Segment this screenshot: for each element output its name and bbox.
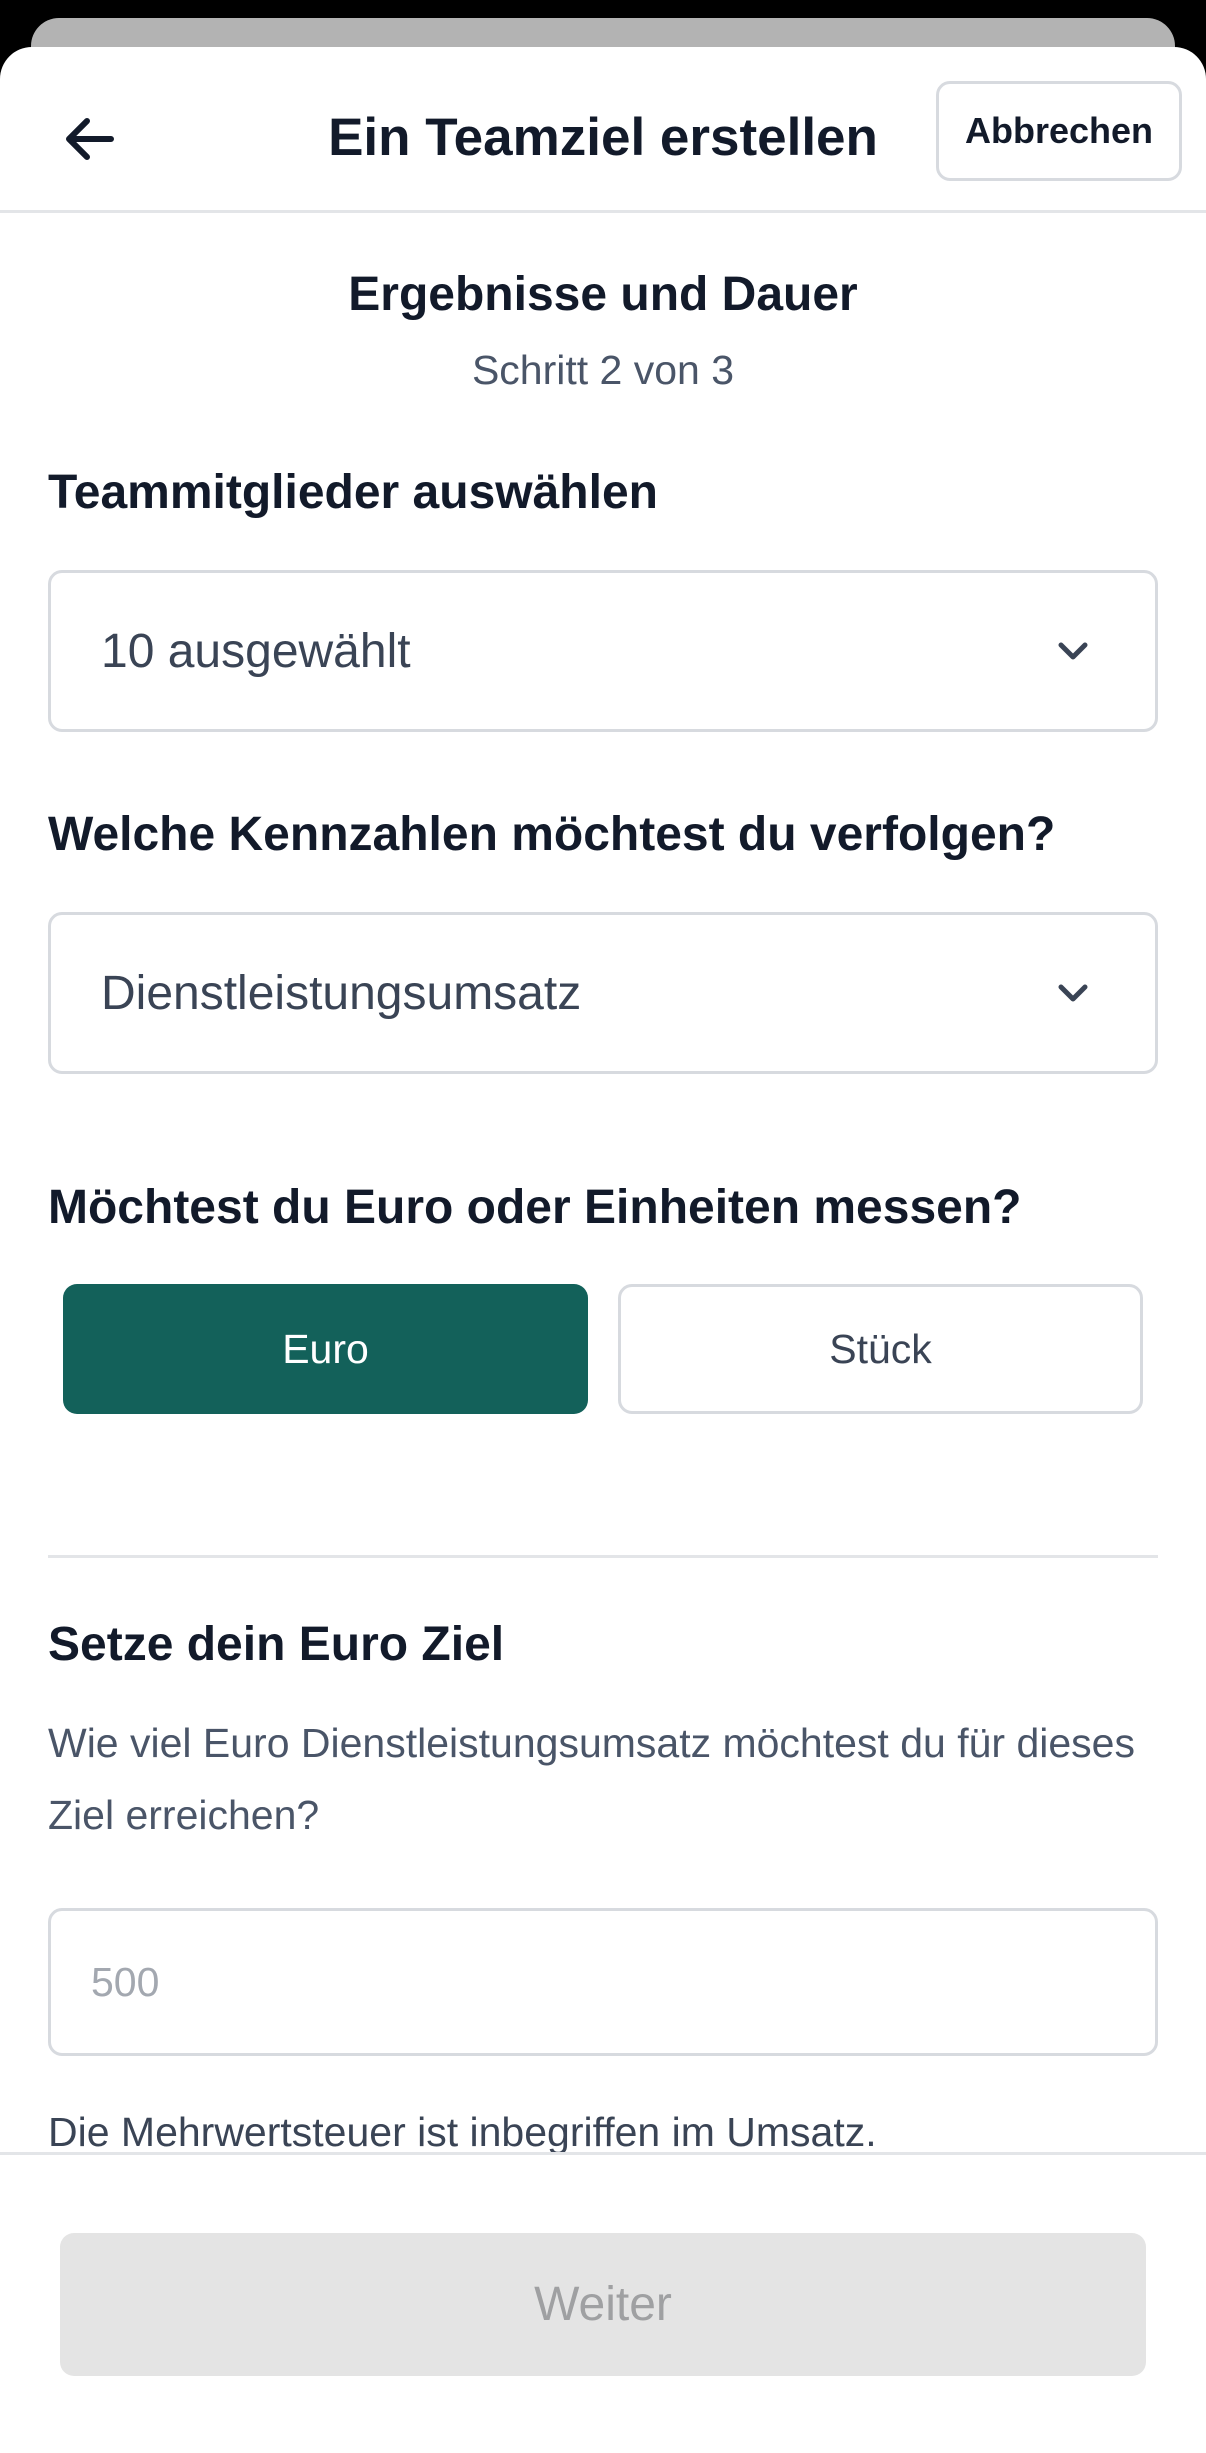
next-button[interactable]: Weiter — [60, 2233, 1146, 2376]
metrics-label: Welche Kennzahlen möchtest du verfolgen? — [48, 808, 1056, 861]
header: Ein Teamziel erstellen Abbrechen — [0, 47, 1206, 213]
step-progress: Schritt 2 von 3 — [471, 347, 735, 393]
team-members-label: Teammitglieder auswählen — [48, 466, 658, 519]
cancel-button[interactable]: Abbrechen — [936, 81, 1182, 181]
metrics-select[interactable]: Dienstleistungsumsatz — [48, 912, 1158, 1074]
metrics-value: Dienstleistungsumsatz — [101, 966, 582, 1020]
section-divider — [48, 1555, 1158, 1558]
arrow-left-icon — [66, 118, 114, 160]
vat-note: Die Mehrwertsteuer ist inbegriffen im Um… — [48, 2109, 877, 2155]
back-button[interactable] — [48, 99, 128, 179]
goal-description: Wie viel Euro Dienstleistungsumsatz möch… — [48, 1720, 1135, 1838]
chevron-down-icon — [1058, 642, 1088, 660]
measure-option-units[interactable]: Stück — [618, 1284, 1143, 1414]
goal-amount-input[interactable] — [48, 1908, 1158, 2056]
measure-option-euro[interactable]: Euro — [63, 1284, 588, 1414]
create-team-goal-sheet: Ein Teamziel erstellen Abbrechen Ergebni… — [0, 47, 1206, 2453]
team-members-select[interactable]: 10 ausgewählt — [48, 570, 1158, 732]
page-title: Ein Teamziel erstellen — [328, 108, 878, 167]
measure-label: Möchtest du Euro oder Einheiten messen? — [48, 1181, 1022, 1234]
chevron-down-icon — [1058, 984, 1088, 1002]
step-title: Ergebnisse und Dauer — [348, 268, 858, 321]
team-members-value: 10 ausgewählt — [101, 624, 411, 678]
goal-title: Setze dein Euro Ziel — [48, 1618, 505, 1671]
